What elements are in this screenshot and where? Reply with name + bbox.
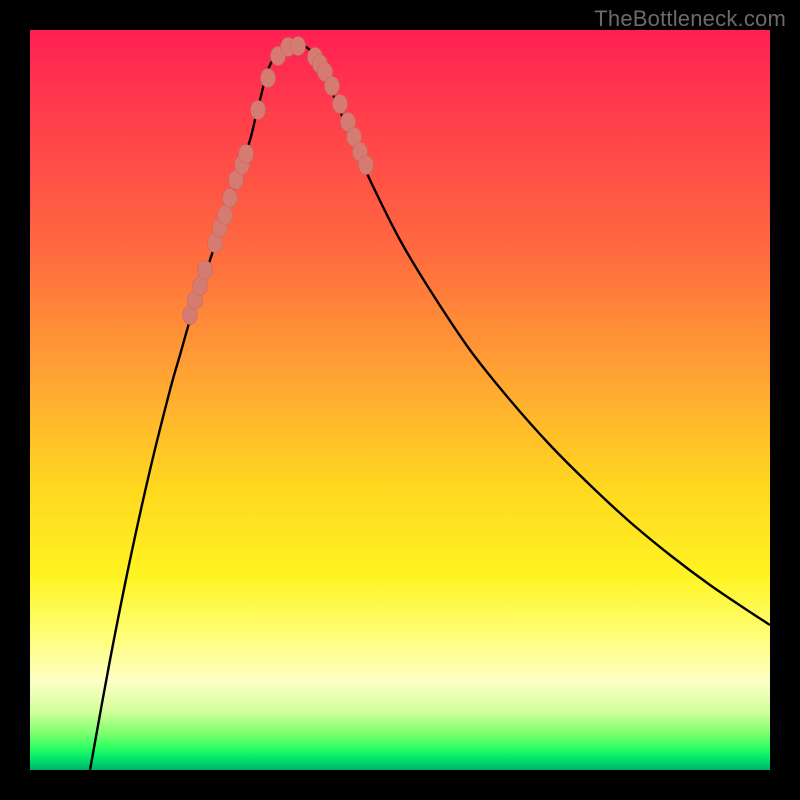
- highlight-marker: [261, 69, 276, 88]
- watermark-text: TheBottleneck.com: [594, 6, 786, 32]
- highlight-marker: [291, 37, 306, 56]
- highlight-marker: [239, 145, 254, 164]
- highlight-marker: [359, 156, 374, 175]
- curve-svg: [30, 30, 770, 770]
- highlight-marker: [218, 206, 233, 225]
- bottleneck-curve: [90, 44, 770, 770]
- highlight-marker: [251, 101, 266, 120]
- marker-group: [183, 37, 374, 325]
- plot-area: [30, 30, 770, 770]
- highlight-marker: [333, 95, 348, 114]
- highlight-marker: [325, 77, 340, 96]
- highlight-marker: [198, 261, 213, 280]
- chart-frame: TheBottleneck.com: [0, 0, 800, 800]
- highlight-marker: [223, 189, 238, 208]
